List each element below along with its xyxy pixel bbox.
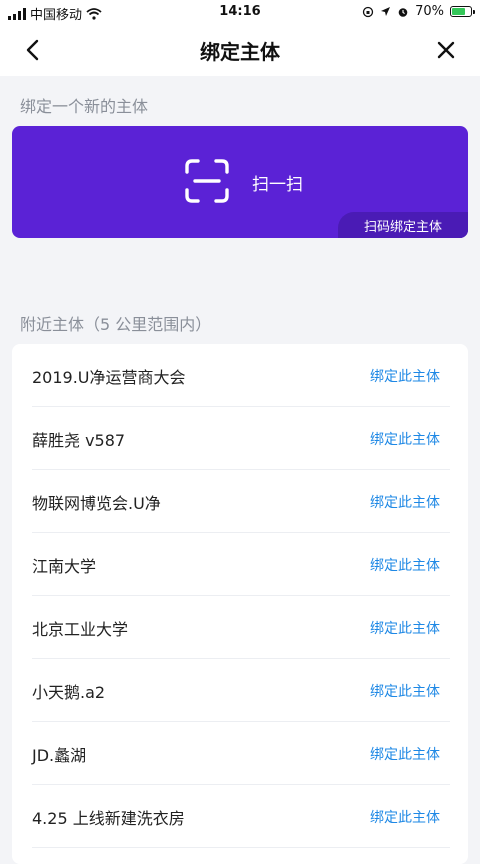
list-item[interactable]: 4.25 上线新建洗衣房 绑定此主体 xyxy=(32,785,450,848)
entity-name: 北京工业大学 xyxy=(32,620,129,639)
nearby-section-label: 附近主体（5 公里范围内） xyxy=(20,315,212,334)
battery-icon xyxy=(450,6,475,17)
entity-name: 2019.U净运营商大会 xyxy=(32,368,186,387)
entity-name: 物联网博览会.U净 xyxy=(32,494,161,513)
bind-entity-button[interactable]: 绑定此主体 xyxy=(370,618,440,638)
bind-entity-button[interactable]: 绑定此主体 xyxy=(370,681,440,701)
navigation-bar: 绑定主体 xyxy=(0,24,480,76)
entity-name: JD.蠡湖 xyxy=(32,746,87,765)
battery-fill xyxy=(452,8,465,15)
orientation-lock-icon xyxy=(362,6,374,17)
bind-entity-button[interactable]: 绑定此主体 xyxy=(370,807,440,827)
close-icon[interactable] xyxy=(434,38,458,62)
status-right: 70% xyxy=(362,4,475,19)
list-item[interactable]: 物联网博览会.U净 绑定此主体 xyxy=(32,470,450,533)
entity-name: 薛胜尧 v587 xyxy=(32,431,126,450)
scan-icon xyxy=(185,159,229,203)
bind-entity-button[interactable]: 绑定此主体 xyxy=(370,555,440,575)
scan-label: 扫一扫 xyxy=(252,175,303,195)
entity-name: 江南大学 xyxy=(32,557,97,576)
list-item[interactable]: 北京工业大学 绑定此主体 xyxy=(32,596,450,659)
list-item[interactable]: 小天鹅.a2 绑定此主体 xyxy=(32,659,450,722)
status-bar: 中国移动 14:16 70% xyxy=(0,0,480,24)
list-item[interactable]: 薛胜尧 v587 绑定此主体 xyxy=(32,407,450,470)
page-title: 绑定主体 xyxy=(200,40,280,64)
entity-name: 4.25 上线新建洗衣房 xyxy=(32,809,185,828)
bind-entity-button[interactable]: 绑定此主体 xyxy=(370,429,440,449)
bind-entity-button[interactable]: 绑定此主体 xyxy=(370,744,440,764)
bind-entity-button[interactable]: 绑定此主体 xyxy=(370,492,440,512)
list-item[interactable]: 2019.U净运营商大会 绑定此主体 xyxy=(32,344,450,407)
alarm-icon xyxy=(398,7,408,17)
location-icon xyxy=(381,7,391,16)
list-item[interactable]: JD.蠡湖 绑定此主体 xyxy=(32,722,450,785)
entity-name: 小天鹅.a2 xyxy=(32,683,106,702)
nearby-list: 2019.U净运营商大会 绑定此主体 薛胜尧 v587 绑定此主体 物联网博览会… xyxy=(12,344,468,864)
bind-section-label: 绑定一个新的主体 xyxy=(20,97,149,116)
scan-bind-badge: 扫码绑定主体 xyxy=(338,212,468,238)
list-item[interactable]: 江南大学 绑定此主体 xyxy=(32,533,450,596)
battery-percent: 70% xyxy=(415,4,444,19)
scan-button[interactable]: 扫一扫 扫码绑定主体 xyxy=(12,126,468,238)
bind-entity-button[interactable]: 绑定此主体 xyxy=(370,366,440,386)
